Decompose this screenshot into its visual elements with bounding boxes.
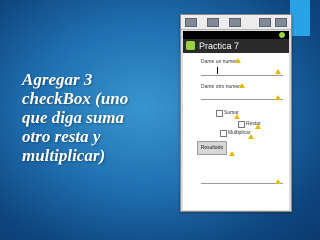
slide-line-2: checkBox (uno [22, 89, 129, 108]
slide-instructions: Agregar 3 checkBox (uno que diga suma ot… [22, 70, 162, 165]
orientation-icon[interactable] [207, 18, 219, 27]
accent-square [290, 0, 310, 36]
designer-toolbar [181, 15, 291, 30]
warning-icon [239, 83, 245, 88]
layout-icon[interactable] [275, 18, 287, 27]
resultado-button[interactable]: Resultado [197, 141, 227, 155]
checkbox-restar[interactable] [238, 121, 245, 128]
field2-input[interactable] [201, 99, 283, 100]
status-bar [183, 31, 289, 39]
result-field [201, 183, 283, 184]
zoom-icon[interactable] [259, 18, 271, 27]
text-cursor [217, 67, 218, 74]
warning-icon [235, 58, 241, 63]
device-icon[interactable] [185, 18, 197, 27]
warning-icon [248, 134, 254, 139]
emulator-frame: Practica 7 Dame un numero Dame otro nume… [180, 14, 292, 212]
action-bar: Practica 7 [183, 39, 289, 53]
slide-line-5: multiplicar) [22, 146, 106, 165]
slide-line-1: Agregar 3 [22, 70, 93, 89]
checkbox-sumar[interactable] [216, 110, 223, 117]
warning-icon [229, 151, 235, 156]
app-screen: Dame un numero Dame otro numero Sumar Re… [183, 53, 289, 210]
slide-line-4: otro resta y [22, 127, 101, 146]
checkbox-multiplicar[interactable] [220, 130, 227, 137]
warning-icon [255, 124, 261, 129]
field1-input[interactable] [201, 75, 283, 76]
battery-icon [279, 32, 285, 38]
android-icon [186, 41, 195, 50]
theme-icon[interactable] [229, 18, 241, 27]
field1-label: Dame un numero [201, 59, 240, 65]
slide-line-3: que diga suma [22, 108, 125, 127]
warning-icon [275, 69, 281, 74]
warning-icon [275, 179, 281, 184]
warning-icon [234, 114, 240, 119]
field2-label: Dame otro numero [201, 84, 243, 90]
app-title: Practica 7 [199, 41, 240, 51]
warning-icon [275, 95, 281, 100]
